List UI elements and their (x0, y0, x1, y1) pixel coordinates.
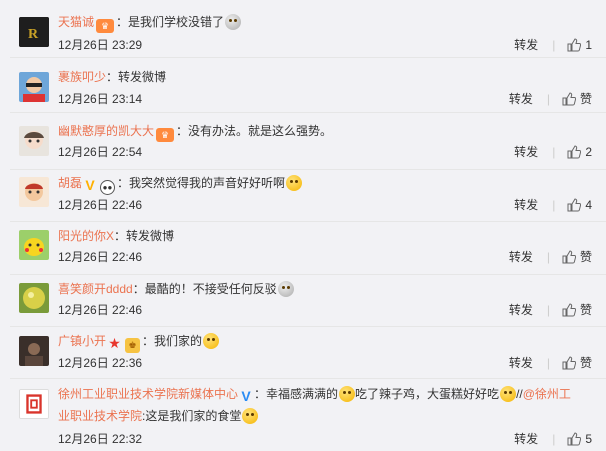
comment-item: 阳光的你X：转发微博 12月26日 22:46 转发 | 赞 (10, 221, 606, 275)
comment-text-part: 吃了辣子鸡，大蛋糕好好吃 (355, 387, 500, 401)
avatar[interactable] (19, 126, 49, 156)
verified-blue-v-icon[interactable]: V (240, 389, 252, 404)
username[interactable]: 天猫诚 (58, 15, 94, 29)
avatar[interactable]: R (19, 17, 49, 47)
like-count: 4 (585, 198, 592, 212)
like-label: 赞 (579, 250, 592, 264)
comment-text: 我们家的 (154, 334, 203, 348)
vip-crown-icon[interactable]: ♛ (96, 19, 115, 33)
username[interactable]: 阳光的你X (58, 229, 114, 243)
comment-text: 转发微博 (126, 229, 175, 243)
cup-icon[interactable]: ♚ (125, 338, 141, 353)
comment-text-part: 幸福感满满的 (266, 387, 339, 401)
comment-text-part: :这是我们家的食堂 (142, 409, 242, 423)
comment-item: 喜笑颜开dddd：最酷的！不接受任何反驳 12月26日 22:46 转发 | 赞 (10, 274, 606, 327)
crying-face-emoji (277, 281, 294, 297)
comment-text: 最酷的！不接受任何反驳 (144, 282, 277, 296)
comment-time: 12月26日 22:46 (58, 250, 143, 264)
repost-button[interactable]: 转发 (509, 250, 533, 264)
username[interactable]: 胡磊 (58, 176, 82, 190)
like-button[interactable]: 赞 (562, 303, 592, 317)
like-label: 赞 (579, 356, 592, 370)
avatar[interactable] (19, 177, 49, 207)
thumbs-up-icon (562, 356, 576, 370)
repost-button[interactable]: 转发 (514, 198, 538, 212)
comment-item: 裹族叩少：转发微博 12月26日 23:14 转发 | 赞 (10, 57, 606, 113)
username[interactable]: 裹族叩少 (58, 70, 106, 84)
star-icon[interactable]: ★ (108, 336, 121, 351)
comment-item: 徐州工业职业技术学院新媒体中心 V ：幸福感满满的 吃了辣子鸡，大蛋糕好好吃//@徐州… (10, 378, 606, 451)
like-count: 5 (585, 432, 592, 446)
username[interactable]: 幽默憨厚的凯大大 (58, 124, 154, 138)
like-button[interactable]: 5 (567, 432, 592, 446)
comment-time: 12月26日 22:46 (58, 198, 143, 212)
repost-button[interactable]: 转发 (509, 92, 533, 106)
mention-link[interactable]: 业职业技术学院 (58, 409, 142, 423)
comment-item: 幽默憨厚的凯大大 ♛ ：没有办法。就是这么强势。 12月26日 22:54 转发 | 2 (10, 112, 606, 170)
comment-text: 转发微博 (118, 70, 167, 84)
comment-item: R 天猫诚 ♛ ：是我们学校没错了 12月26日 23:29 转发 | 1 (10, 0, 606, 58)
avatar[interactable] (19, 283, 49, 313)
thumbs-up-icon (562, 92, 576, 106)
verified-v-icon[interactable]: V (84, 178, 96, 193)
repost-button[interactable]: 转发 (514, 432, 538, 446)
like-count: 1 (585, 38, 592, 52)
username[interactable]: 广镇小开 (58, 334, 106, 348)
svg-text:R: R (28, 27, 39, 42)
comment-time: 12月26日 22:36 (58, 356, 143, 370)
comment-time: 12月26日 22:46 (58, 303, 143, 317)
like-count: 2 (585, 145, 592, 159)
comment-text: 我突然觉得我的声音好好听啊 (129, 176, 286, 190)
like-button[interactable]: 1 (567, 38, 592, 52)
thumbs-up-icon (567, 38, 582, 52)
thumbs-up-icon (562, 250, 576, 264)
grin-emoji (339, 386, 356, 402)
like-label: 赞 (579, 92, 592, 106)
crying-face-emoji (225, 14, 242, 30)
comment-time: 12月26日 23:29 (58, 38, 143, 52)
comment-text: 是我们学校没错了 (128, 15, 225, 29)
comment-text: 没有办法。就是这么强势。 (188, 124, 333, 138)
like-button[interactable]: 赞 (562, 356, 592, 370)
avatar[interactable] (19, 72, 49, 102)
avatar[interactable] (19, 336, 49, 366)
panda-icon[interactable]: ●● (100, 180, 116, 195)
repost-button[interactable]: 转发 (514, 38, 538, 52)
like-button[interactable]: 4 (567, 198, 592, 212)
thumbs-up-icon (567, 198, 582, 212)
comment-time: 12月26日 23:14 (58, 92, 143, 106)
thumbs-up-icon (567, 432, 582, 446)
like-button[interactable]: 2 (567, 145, 592, 159)
vip-crown-icon[interactable]: ♛ (156, 128, 175, 142)
drool-emoji (500, 386, 517, 402)
smile-emoji (203, 333, 220, 349)
thumbs-up-icon (567, 145, 582, 159)
like-label: 赞 (579, 303, 592, 317)
comment-item: 胡磊 V ●● ：我突然觉得我的声音好好听啊 12月26日 22:46 转发 | 4 (10, 169, 606, 222)
thumbs-up-icon (562, 303, 576, 317)
repost-button[interactable]: 转发 (509, 303, 533, 317)
avatar[interactable] (19, 230, 49, 260)
username[interactable]: 徐州工业职业技术学院新媒体中心 (58, 387, 238, 401)
repost-separator: // (516, 387, 523, 401)
mention-link[interactable]: @徐州工 (523, 387, 571, 401)
repost-button[interactable]: 转发 (509, 356, 533, 370)
repost-button[interactable]: 转发 (514, 145, 538, 159)
laugh-emoji (242, 408, 259, 424)
avatar[interactable] (19, 389, 49, 419)
grin-emoji (286, 175, 303, 191)
like-button[interactable]: 赞 (562, 250, 592, 264)
comment-time: 12月26日 22:54 (58, 145, 143, 159)
username[interactable]: 喜笑颜开dddd (58, 282, 133, 296)
comment-time: 12月26日 22:32 (58, 432, 143, 446)
like-button[interactable]: 赞 (562, 92, 592, 106)
comment-item: 广镇小开 ★ ♚ ：我们家的 12月26日 22:36 转发 | 赞 (10, 326, 606, 379)
